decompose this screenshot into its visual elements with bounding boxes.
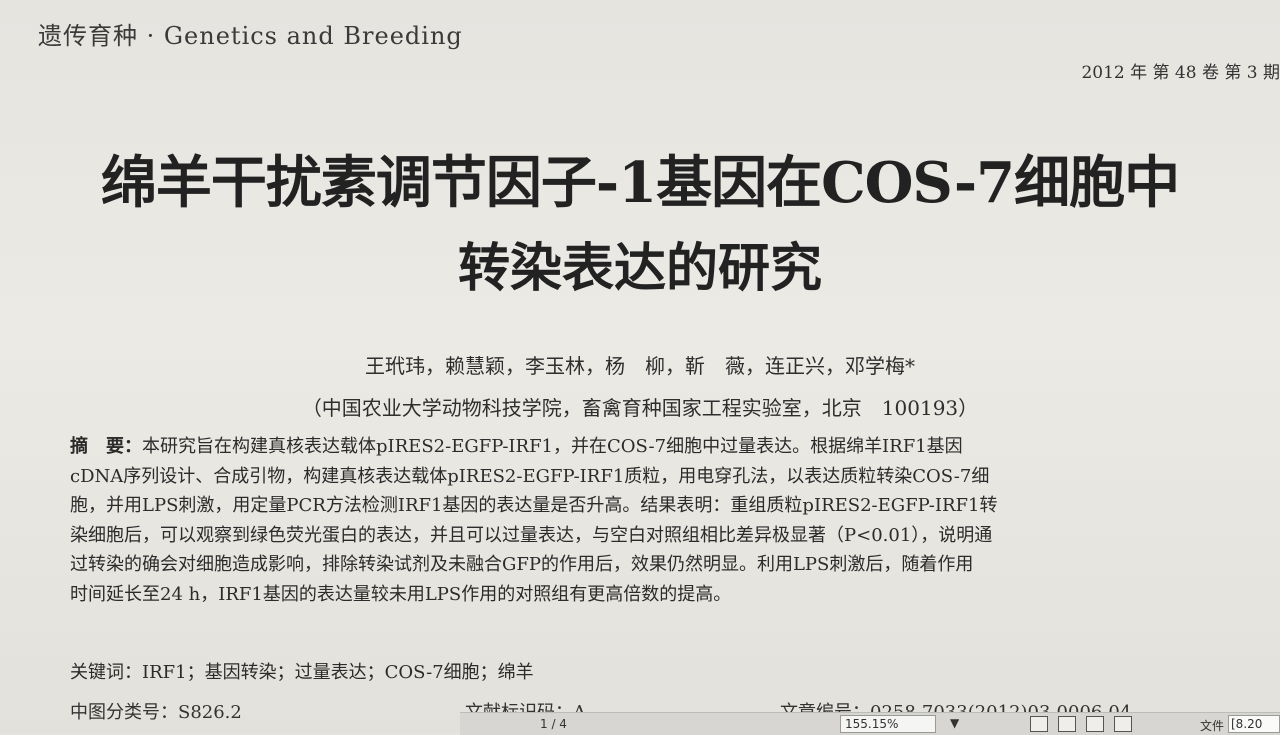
abstract-line-1: 摘 要：本研究旨在构建真核表达载体pIRES2-EGFP-IRF1，并在COS-… <box>70 432 1240 462</box>
two-page-view-icon[interactable] <box>1086 716 1104 732</box>
authors: 王玳玮，赖慧颖，李玉林，杨 柳，靳 薇，连正兴，邓学梅* <box>365 354 915 378</box>
abstract-line-3: 胞，并用LPS刺激，用定量PCR方法检测IRF1基因的表达量是否升高。结果表明：… <box>70 495 998 516</box>
issue-info: 2012 年 第 48 卷 第 3 期 <box>1081 63 1280 83</box>
viewer-statusbar: 1 / 4 155.15% ▼ 文件 [8.20 <box>460 712 1280 735</box>
abstract: 摘 要：本研究旨在构建真核表达载体pIRES2-EGFP-IRF1，并在COS-… <box>70 432 1240 609</box>
abstract-label: 摘 要： <box>70 436 142 457</box>
abstract-text: 本研究旨在构建真核表达载体pIRES2-EGFP-IRF1，并在COS-7细胞中… <box>142 436 963 457</box>
affiliation: （中国农业大学动物科技学院，畜禽育种国家工程实验室，北京 100193） <box>301 396 979 420</box>
abstract-line-5: 过转染的确会对细胞造成影响，排除转染试剂及未融合GFP的作用后，效果仍然明显。利… <box>70 554 974 575</box>
chevron-down-icon[interactable]: ▼ <box>950 716 959 730</box>
clc-number: 中图分类号：S826.2 <box>70 702 242 723</box>
file-size-field: [8.20 <box>1228 715 1280 733</box>
abstract-line-4: 染细胞后，可以观察到绿色荧光蛋白的表达，并且可以过量表达，与空白对照组相比差异极… <box>70 524 993 546</box>
abstract-line-6: 时间延长至24 h，IRF1基因的表达量较未用LPS作用的对照组有更高倍数的提高… <box>70 583 732 605</box>
file-label: 文件 <box>1200 719 1225 733</box>
single-page-view-icon[interactable] <box>1030 716 1048 732</box>
paper-title-line-2: 转染表达的研究 <box>457 238 822 299</box>
journal-header: 遗传育种 · Genetics and Breeding <box>38 22 463 50</box>
continuous-view-icon[interactable] <box>1058 716 1076 732</box>
abstract-line-2: cDNA序列设计、合成引物，构建真核表达载体pIRES2-EGFP-IRF1质粒… <box>70 465 990 487</box>
paper-title-line-1: 绵羊干扰素调节因子-1基因在COS-7细胞中 <box>100 150 1180 216</box>
keywords: 关键词：IRF1；基因转染；过量表达；COS-7细胞；绵羊 <box>70 662 534 683</box>
grid-view-icon[interactable] <box>1114 716 1132 732</box>
zoom-input[interactable]: 155.15% <box>840 715 936 733</box>
page-indicator[interactable]: 1 / 4 <box>540 717 567 731</box>
document-page: 遗传育种 · Genetics and Breeding 2012 年 第 48… <box>0 0 1280 735</box>
